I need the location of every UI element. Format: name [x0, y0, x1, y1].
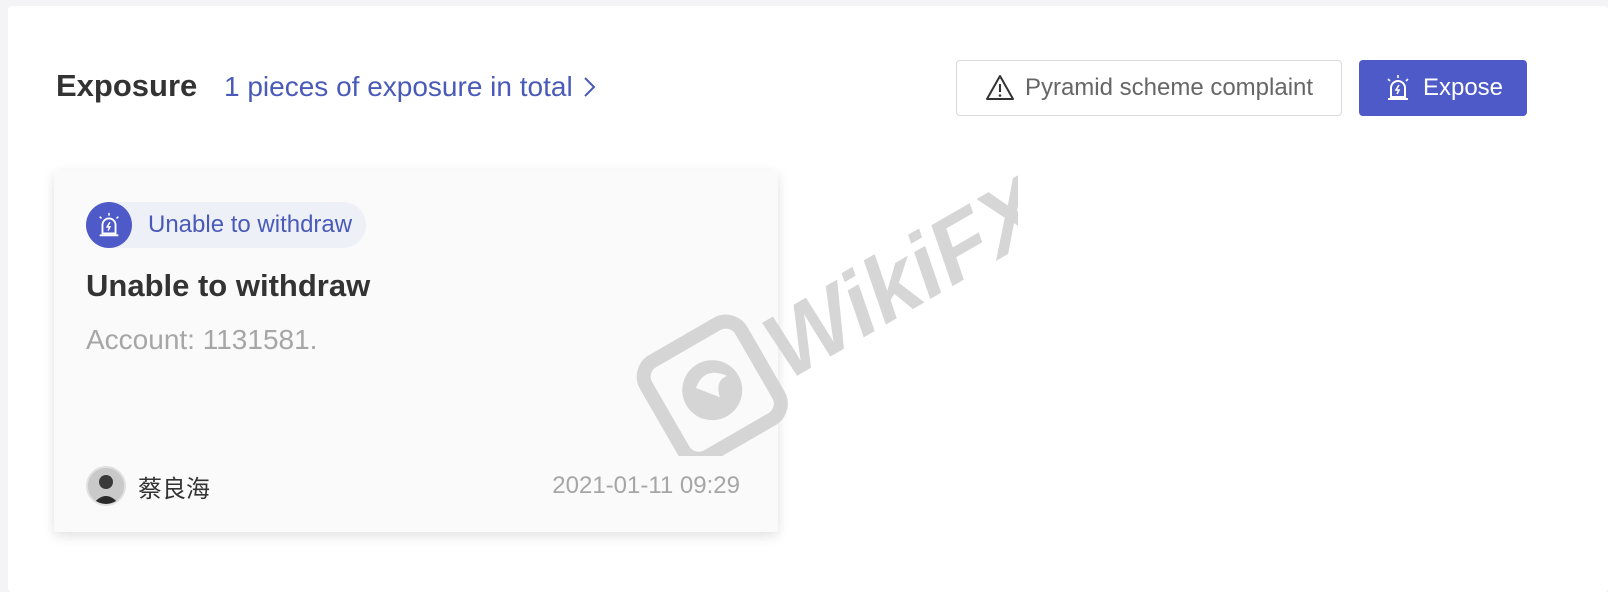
exposure-count-link[interactable]: 1 pieces of exposure in total — [224, 71, 597, 103]
warning-icon — [985, 75, 1014, 100]
alarm-light-icon — [86, 202, 132, 248]
section-title: Exposure — [56, 68, 198, 103]
exposure-panel: Exposure 1 pieces of exposure in total P… — [8, 6, 1608, 592]
pyramid-complaint-button[interactable]: Pyramid scheme complaint — [956, 60, 1342, 116]
complaint-label: Pyramid scheme complaint — [1024, 74, 1314, 101]
post-date: 2021-01-11 09:29 — [552, 472, 740, 499]
author-name: 蔡良海 — [138, 475, 210, 503]
exposure-count-label: 1 pieces of exposure in total — [224, 71, 573, 102]
author: 蔡良海 — [86, 466, 210, 506]
card-title: Unable to withdraw — [86, 268, 371, 303]
category-tag: Unable to withdraw — [86, 202, 367, 248]
exposure-card[interactable]: Unable to withdraw Unable to withdraw Ac… — [54, 170, 778, 532]
alarm-light-icon — [1387, 75, 1409, 100]
category-tag-label: Unable to withdraw — [148, 211, 353, 238]
watermark-text: WikiFX — [747, 156, 1018, 398]
expose-label: Expose — [1422, 74, 1504, 101]
card-description: Account: 1131581. — [86, 324, 318, 355]
avatar — [86, 466, 126, 506]
chevron-right-icon — [583, 77, 596, 97]
expose-button[interactable]: Expose — [1359, 60, 1527, 116]
exposure-header: Exposure 1 pieces of exposure in total P… — [56, 60, 1576, 118]
